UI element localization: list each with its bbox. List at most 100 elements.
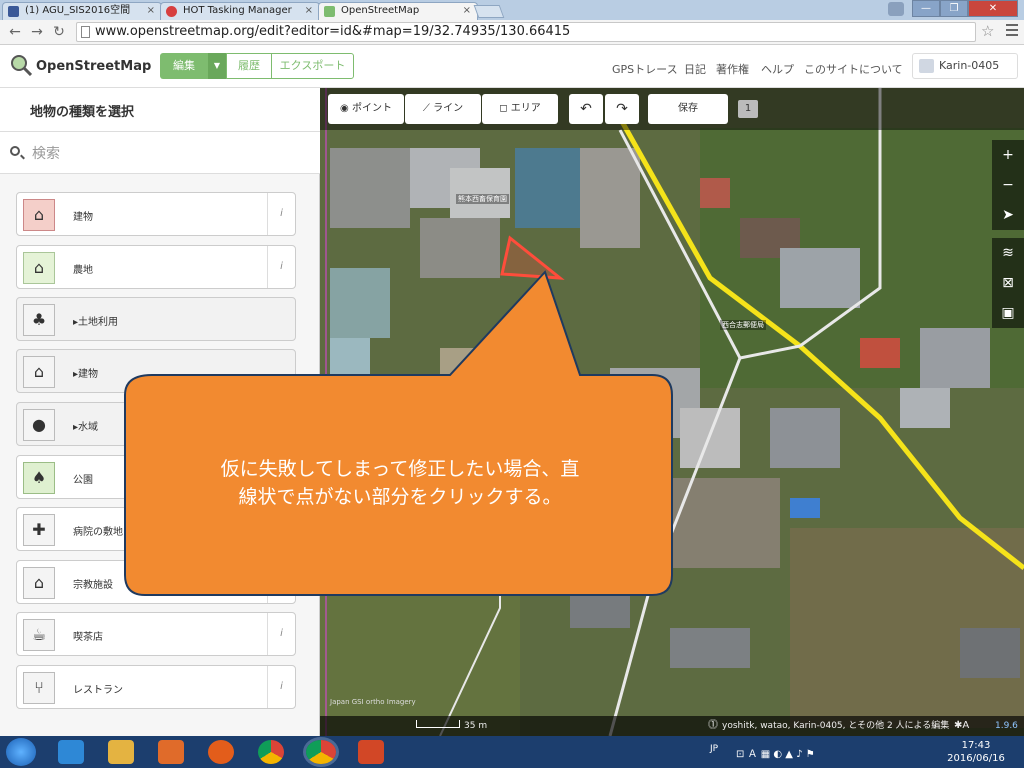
sidebar-header: 地物の種類を選択 xyxy=(0,88,320,132)
edit-dropdown-icon[interactable]: ▼ xyxy=(208,53,226,79)
warning-icon[interactable]: ⓵ xyxy=(708,716,718,736)
redo-button[interactable]: ↷ xyxy=(605,94,639,124)
map-canvas[interactable]: 熊本西畜保育園 西合志郵便局 ◉ ポイント ⟋ ライン ◻ エリア ↶ ↷ 保存… xyxy=(320,88,1024,736)
link-about[interactable]: このサイトについて xyxy=(804,61,903,77)
add-area-button[interactable]: ◻ エリア xyxy=(482,94,558,124)
preset-item-restaurant[interactable]: ⑂ レストラン i xyxy=(16,665,296,709)
hot-icon xyxy=(166,6,177,17)
undo-button[interactable]: ↶ xyxy=(569,94,603,124)
tab-close-icon[interactable]: × xyxy=(305,3,313,19)
info-icon[interactable]: i xyxy=(267,666,295,708)
export-button[interactable]: エクスポート xyxy=(271,53,354,79)
chrome-active-icon[interactable] xyxy=(306,740,336,764)
forward-icon[interactable]: → xyxy=(28,23,46,41)
user-name: Karin-0405 xyxy=(939,59,1000,72)
preset-label: 宗教施設 xyxy=(73,580,113,591)
save-count-badge: 1 xyxy=(738,100,758,118)
back-icon[interactable]: ← xyxy=(6,23,24,41)
link-help[interactable]: ヘルプ xyxy=(761,61,794,77)
tab-close-icon[interactable]: × xyxy=(463,3,471,19)
preset-item-farmland[interactable]: ⌂ 農地 i xyxy=(16,245,296,289)
preset-item-hospital[interactable]: ✚ 病院の敷地 i xyxy=(16,507,296,551)
landuse-icon: ♣ xyxy=(23,304,55,336)
info-icon[interactable]: i xyxy=(267,561,295,603)
link-copyright[interactable]: 著作権 xyxy=(716,61,749,77)
preset-item-cafe[interactable]: ☕ 喫茶店 i xyxy=(16,612,296,656)
url-text: www.openstreetmap.org/edit?editor=id&#ma… xyxy=(95,24,571,39)
start-button-icon[interactable] xyxy=(6,738,36,766)
map-toolbar: ◉ ポイント ⟋ ライン ◻ エリア ↶ ↷ 保存 1 xyxy=(320,88,1024,130)
file-explorer-icon[interactable] xyxy=(108,740,134,764)
link-gps-traces[interactable]: GPSトレース xyxy=(612,61,678,77)
hospital-icon: ✚ xyxy=(23,514,55,546)
info-icon[interactable]: i xyxy=(267,246,295,288)
preset-label: ▸水域 xyxy=(73,422,99,433)
zoom-out-button[interactable]: − xyxy=(992,170,1024,200)
info-icon[interactable]: i xyxy=(267,613,295,655)
preset-item-religion[interactable]: ⌂ 宗教施設 i xyxy=(16,560,296,604)
windows-taskbar: JP ⊡ Ａ ▦ ◐ ▲ ♪ ⚑ 17:43 2016/06/16 xyxy=(0,736,1024,768)
media-player-icon[interactable] xyxy=(158,740,184,764)
satellite-imagery xyxy=(320,88,1024,736)
minimize-button[interactable]: — xyxy=(912,0,940,17)
url-input[interactable]: www.openstreetmap.org/edit?editor=id&#ma… xyxy=(76,22,976,42)
preset-search[interactable]: 検索 xyxy=(0,132,320,174)
maximize-button[interactable]: ❐ xyxy=(940,0,968,17)
info-icon[interactable]: i xyxy=(267,193,295,235)
preset-group-water[interactable]: ● ▸水域 xyxy=(16,402,296,446)
zoom-in-button[interactable]: + xyxy=(992,140,1024,170)
line-icon: ⟋ xyxy=(422,103,434,114)
tab-close-icon[interactable]: × xyxy=(147,3,155,19)
profile-icon[interactable] xyxy=(888,2,904,16)
user-menu[interactable]: Karin-0405 xyxy=(912,53,1018,79)
osm-logo-icon[interactable] xyxy=(10,54,32,76)
search-input[interactable]: 検索 xyxy=(32,143,60,163)
point-icon: ◉ xyxy=(340,103,352,114)
internet-explorer-icon[interactable] xyxy=(58,740,84,764)
preset-label: 農地 xyxy=(73,265,93,276)
editor-credits[interactable]: yoshitk, watao, Karin-0405, とその他 2 人による編… xyxy=(722,716,949,736)
info-icon[interactable]: i xyxy=(267,508,295,550)
map-data-icon[interactable]: ⊠ xyxy=(992,268,1024,298)
tab-facebook[interactable]: (1) AGU_SIS2016空間 × xyxy=(2,2,162,20)
link-diary[interactable]: 日記 xyxy=(684,61,706,77)
poi-label[interactable]: 西合志郵便局 xyxy=(720,320,766,330)
system-clock[interactable]: 17:43 2016/06/16 xyxy=(946,739,1006,765)
tray-icons[interactable]: ⊡ Ａ ▦ ◐ ▲ ♪ ⚑ xyxy=(736,745,815,760)
chrome-icon[interactable] xyxy=(258,740,284,764)
scale-bar xyxy=(416,720,460,728)
bookmark-star-icon[interactable]: ☆ xyxy=(981,22,994,40)
building-icon: ⌂ xyxy=(23,199,55,231)
help-icon[interactable]: ▣ xyxy=(992,298,1024,328)
poi-label[interactable]: 熊本西畜保育園 xyxy=(456,194,509,204)
history-button[interactable]: 履歴 xyxy=(226,53,272,79)
tab-openstreetmap[interactable]: OpenStreetMap × xyxy=(318,2,478,20)
version-link[interactable]: 1.9.6 xyxy=(995,716,1018,736)
preset-label: ▸土地利用 xyxy=(73,317,119,328)
edit-button[interactable]: 編集 xyxy=(160,53,208,79)
preset-label: 喫茶店 xyxy=(73,632,103,643)
menu-icon[interactable] xyxy=(1006,24,1018,39)
new-tab-button[interactable] xyxy=(473,5,505,18)
layers-icon[interactable]: ≋ xyxy=(992,238,1024,268)
preset-item-building[interactable]: ⌂ 建物 i xyxy=(16,192,296,236)
add-point-button[interactable]: ◉ ポイント xyxy=(328,94,404,124)
save-button[interactable]: 保存 xyxy=(648,94,728,124)
reload-icon[interactable]: ↻ xyxy=(50,23,68,41)
cafe-icon: ☕ xyxy=(23,619,55,651)
osm-header: OpenStreetMap 編集 ▼ 履歴 エクスポート GPSトレース 日記 … xyxy=(0,45,1024,88)
bug-icon[interactable]: ✱A xyxy=(954,716,969,736)
address-bar-row: ← → ↻ www.openstreetmap.org/edit?editor=… xyxy=(0,20,1024,45)
add-line-button[interactable]: ⟋ ライン xyxy=(405,94,481,124)
osm-brand[interactable]: OpenStreetMap xyxy=(36,59,151,74)
firefox-icon[interactable] xyxy=(208,740,234,764)
language-indicator[interactable]: JP xyxy=(710,744,718,754)
powerpoint-icon[interactable] xyxy=(358,740,384,764)
preset-group-building[interactable]: ⌂ ▸建物 xyxy=(16,349,296,393)
close-window-button[interactable]: ✕ xyxy=(968,0,1018,17)
preset-label: ▸建物 xyxy=(73,369,99,380)
tab-hot-tasking[interactable]: HOT Tasking Manager × xyxy=(160,2,320,20)
preset-group-landuse[interactable]: ♣ ▸土地利用 xyxy=(16,297,296,341)
avatar xyxy=(919,59,934,73)
geolocate-icon[interactable]: ➤ xyxy=(992,200,1024,230)
